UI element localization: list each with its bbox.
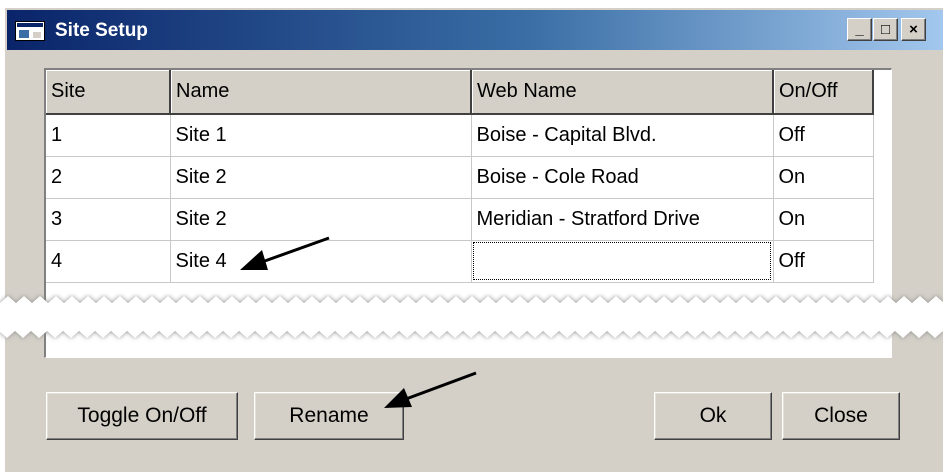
table-row[interactable]: 3 Site 2 Meridian - Stratford Drive On: [46, 198, 874, 241]
on-off-cell[interactable]: Off: [773, 114, 874, 157]
table-row[interactable]: 2 Site 2 Boise - Cole Road On: [46, 156, 874, 199]
site-cell[interactable]: 1: [46, 114, 171, 157]
column-header-on-off[interactable]: On/Off: [773, 70, 874, 115]
close-window-button[interactable]: ×: [901, 18, 926, 41]
name-cell[interactable]: Site 1: [170, 114, 472, 157]
web-name-cell-focused[interactable]: [471, 240, 774, 283]
on-off-cell[interactable]: On: [773, 156, 874, 199]
close-button[interactable]: Close: [782, 392, 900, 440]
rename-button[interactable]: Rename: [254, 392, 404, 440]
window-title: Site Setup: [55, 20, 148, 41]
ok-button[interactable]: Ok: [654, 392, 772, 440]
web-name-cell[interactable]: Boise - Cole Road: [471, 156, 774, 199]
name-cell[interactable]: Site 2: [170, 198, 472, 241]
site-cell[interactable]: 2: [46, 156, 171, 199]
web-name-cell[interactable]: Meridian - Stratford Drive: [471, 198, 774, 241]
table-row[interactable]: 4 Site 4 Off: [46, 240, 874, 283]
site-cell[interactable]: 3: [46, 198, 171, 241]
title-bar[interactable]: Site Setup _ □ ×: [7, 10, 943, 50]
torn-edge-divider: [0, 296, 943, 338]
name-cell[interactable]: Site 2: [170, 156, 472, 199]
on-off-cell[interactable]: On: [773, 198, 874, 241]
web-name-cell[interactable]: Boise - Capital Blvd.: [471, 114, 774, 157]
table-row[interactable]: 1 Site 1 Boise - Capital Blvd. Off: [46, 114, 874, 157]
maximize-button[interactable]: □: [873, 18, 898, 41]
toggle-on-off-button[interactable]: Toggle On/Off: [46, 392, 238, 440]
column-header-web-name[interactable]: Web Name: [471, 70, 774, 115]
name-cell[interactable]: Site 4: [170, 240, 472, 283]
app-window-icon: [15, 21, 45, 41]
table-header-row: Site Name Web Name On/Off: [46, 70, 874, 115]
column-header-name[interactable]: Name: [170, 70, 472, 115]
on-off-cell[interactable]: Off: [773, 240, 874, 283]
site-table: Site Name Web Name On/Off 1 Site 1 Boise…: [46, 70, 874, 283]
minimize-button[interactable]: _: [847, 18, 872, 41]
column-header-site[interactable]: Site: [46, 70, 171, 115]
site-cell[interactable]: 4: [46, 240, 171, 283]
